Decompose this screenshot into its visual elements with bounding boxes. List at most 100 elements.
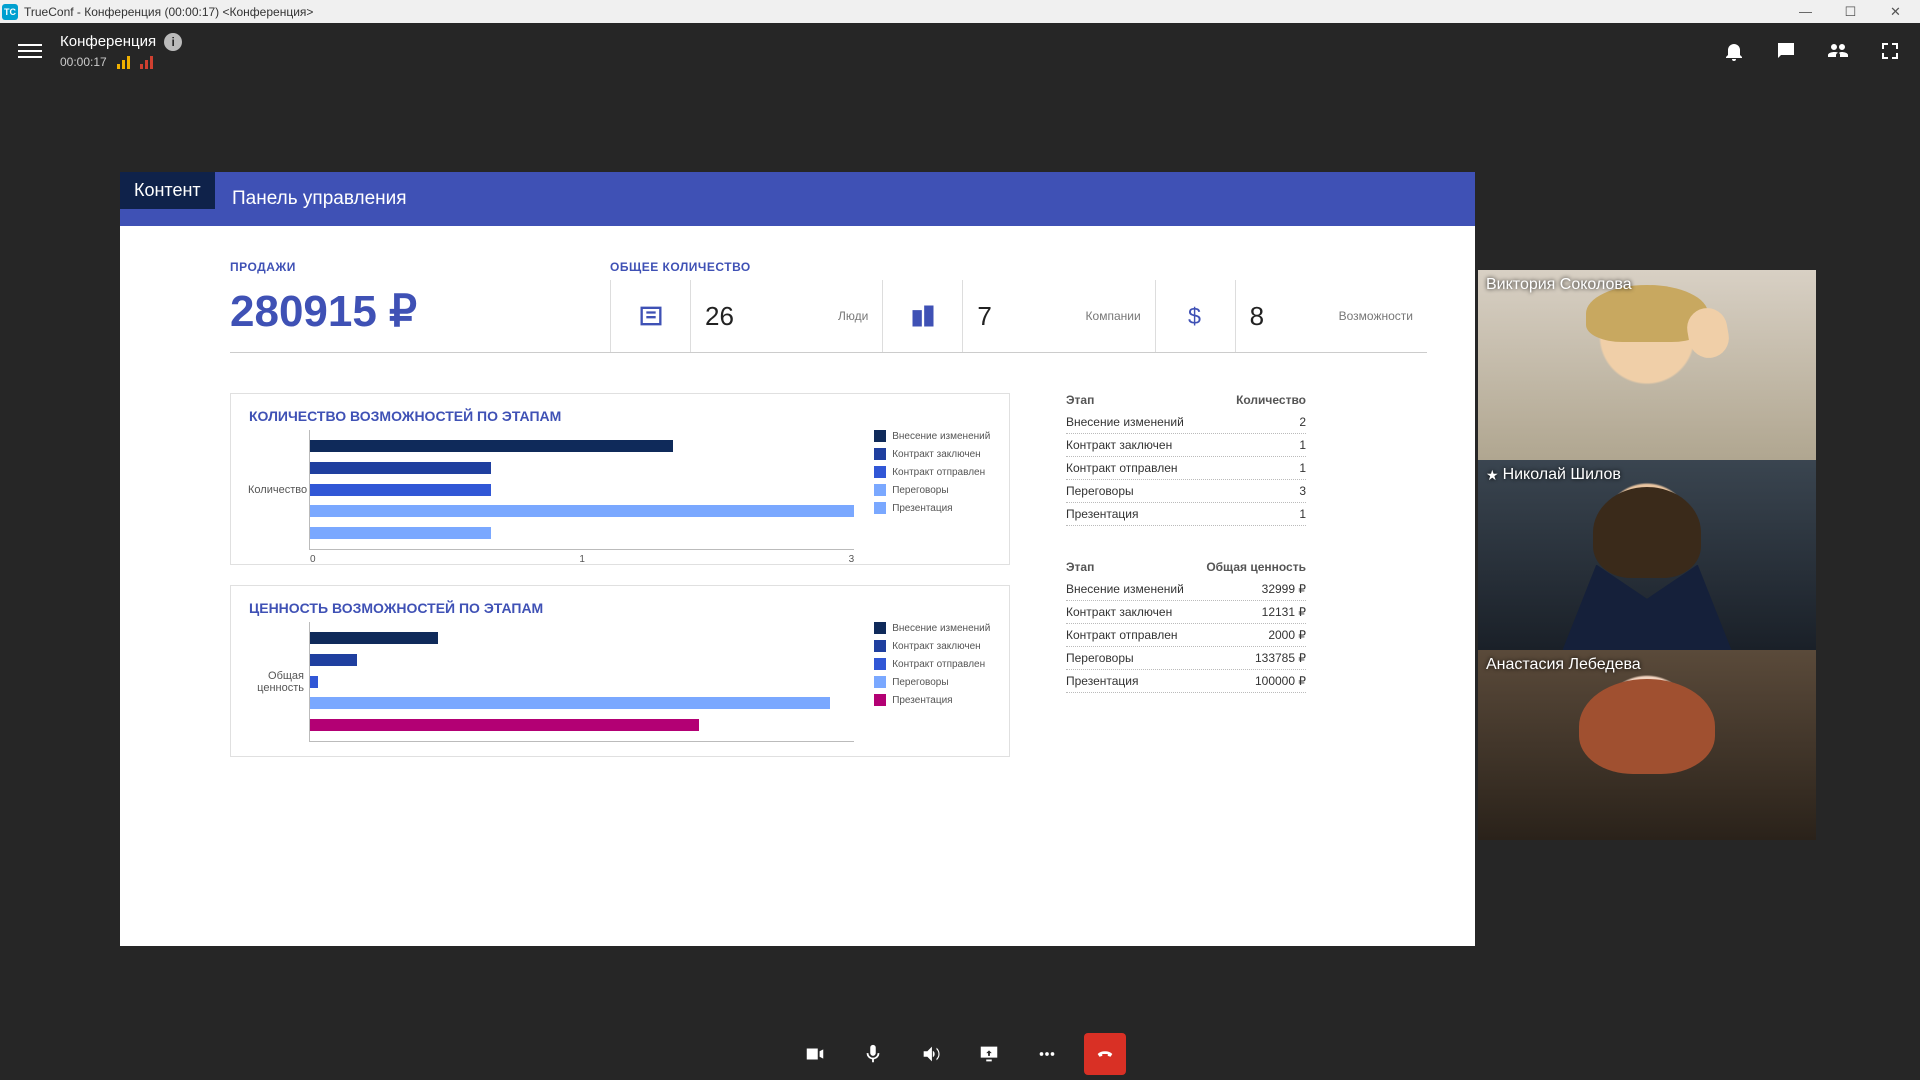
kpi-people-value: 26	[705, 301, 734, 332]
speaker-button[interactable]	[910, 1033, 952, 1075]
participant-tile[interactable]: Анастасия Лебедева	[1478, 650, 1816, 840]
call-toolbar	[0, 1028, 1920, 1080]
participant-video	[1478, 270, 1816, 460]
kpi-companies: 7 Компании	[962, 280, 1154, 352]
kpi-companies-label: Компании	[1086, 309, 1141, 323]
signal-upload-icon	[117, 55, 130, 69]
total-label: ОБЩЕЕ КОЛИЧЕСТВО	[610, 260, 1427, 274]
table-header: Этап	[1066, 393, 1094, 407]
participant-name: Николай Шилов	[1503, 466, 1621, 484]
chart-bar	[310, 697, 830, 709]
minimize-button[interactable]: —	[1783, 4, 1828, 20]
end-call-button[interactable]	[1084, 1033, 1126, 1075]
participant-tile[interactable]: Виктория Соколова	[1478, 270, 1816, 460]
dollar-icon: $	[1155, 280, 1235, 352]
table-header: Этап	[1066, 560, 1094, 574]
people-icon	[610, 280, 690, 352]
window-title: TrueConf - Конференция (00:00:17) <Конфе…	[24, 5, 313, 19]
chart-bar	[310, 676, 318, 688]
hamburger-menu-icon[interactable]	[18, 39, 42, 63]
kpi-row: ПРОДАЖИ 280915 ₽ ОБЩЕЕ КОЛИЧЕСТВО 26 Люд…	[230, 260, 1427, 353]
xtick: 3	[849, 554, 855, 565]
chart-value-by-stage: ЦЕННОСТЬ ВОЗМОЖНОСТЕЙ ПО ЭТАПАМ Общая це…	[230, 585, 1010, 757]
participant-tile[interactable]: ★Николай Шилов	[1478, 460, 1816, 650]
table-row: Переговоры133785 ₽	[1066, 647, 1306, 670]
legend-item: Контракт заключен	[892, 449, 981, 460]
chart-bar	[310, 654, 357, 666]
participant-name: Виктория Соколова	[1486, 276, 1632, 294]
microphone-button[interactable]	[852, 1033, 894, 1075]
table-count-by-stage: ЭтапКоличество Внесение изменений2Контра…	[1066, 393, 1306, 526]
participants-icon[interactable]	[1826, 39, 1850, 63]
table-header: Общая ценность	[1206, 560, 1306, 574]
legend-item: Презентация	[892, 503, 952, 514]
sales-label: ПРОДАЖИ	[230, 260, 610, 274]
chart1-ylabel: Количество	[248, 484, 304, 496]
host-star-icon: ★	[1486, 467, 1499, 484]
participant-video	[1478, 650, 1816, 840]
app-icon: TC	[2, 4, 18, 20]
xtick: 1	[579, 554, 585, 565]
chart-bar	[310, 527, 491, 539]
table-row: Контракт отправлен2000 ₽	[1066, 624, 1306, 647]
window-titlebar: TC TrueConf - Конференция (00:00:17) <Ко…	[0, 0, 1920, 23]
kpi-people: 26 Люди	[690, 280, 882, 352]
signal-download-icon	[140, 55, 153, 69]
app-header: Конференция i 00:00:17	[0, 23, 1920, 78]
chart-bar	[310, 505, 854, 517]
legend-item: Контракт отправлен	[892, 659, 985, 670]
conference-stage: Контент Панель управления ПРОДАЖИ 280915…	[0, 78, 1920, 1028]
participant-video	[1478, 460, 1816, 650]
kpi-opps-label: Возможности	[1339, 309, 1413, 323]
svg-text:$: $	[1188, 303, 1201, 329]
kpi-opps-value: 8	[1250, 301, 1264, 332]
share-screen-button[interactable]	[968, 1033, 1010, 1075]
camera-button[interactable]	[794, 1033, 836, 1075]
table-header: Количество	[1236, 393, 1306, 407]
maximize-button[interactable]: ☐	[1828, 4, 1873, 20]
chart2-title: ЦЕННОСТЬ ВОЗМОЖНОСТЕЙ ПО ЭТАПАМ	[231, 586, 1009, 622]
table-row: Контракт заключен12131 ₽	[1066, 601, 1306, 624]
legend-item: Контракт заключен	[892, 641, 981, 652]
legend-item: Презентация	[892, 695, 952, 706]
conference-timer: 00:00:17	[60, 55, 107, 69]
chart-bar	[310, 484, 491, 496]
table-row: Внесение изменений2	[1066, 411, 1306, 434]
content-tag: Контент	[120, 172, 215, 209]
companies-icon	[882, 280, 962, 352]
legend-item: Переговоры	[892, 485, 948, 496]
shared-content: Панель управления ПРОДАЖИ 280915 ₽ ОБЩЕЕ…	[120, 172, 1475, 946]
close-button[interactable]: ✕	[1873, 4, 1918, 20]
table-row: Контракт заключен1	[1066, 434, 1306, 457]
bell-icon[interactable]	[1722, 39, 1746, 63]
table-row: Презентация100000 ₽	[1066, 670, 1306, 693]
legend-item: Внесение изменений	[892, 623, 990, 634]
legend-item: Контракт отправлен	[892, 467, 985, 478]
chart2-ylabel: Общая ценность	[248, 670, 304, 694]
chart-bar	[310, 462, 491, 474]
chart-bar	[310, 632, 438, 644]
table-row: Контракт отправлен1	[1066, 457, 1306, 480]
fullscreen-icon[interactable]	[1878, 39, 1902, 63]
kpi-companies-value: 7	[977, 301, 991, 332]
sales-value: 280915 ₽	[230, 286, 610, 337]
xtick: 0	[310, 554, 316, 565]
chart-bar	[310, 719, 699, 731]
chart-count-by-stage: КОЛИЧЕСТВО ВОЗМОЖНОСТЕЙ ПО ЭТАПАМ Количе…	[230, 393, 1010, 565]
table-value-by-stage: Этап Общая ценность Внесение изменений329…	[1066, 560, 1306, 693]
info-icon[interactable]: i	[164, 33, 182, 51]
kpi-opportunities: 8 Возможности	[1235, 280, 1427, 352]
chart2-legend: Внесение изменений Контракт заключен Кон…	[874, 622, 991, 742]
participant-name: Анастасия Лебедева	[1486, 656, 1641, 674]
chart1-legend: Внесение изменений Контракт заключен Кон…	[874, 430, 991, 550]
table-row: Внесение изменений32999 ₽	[1066, 578, 1306, 601]
chart1-title: КОЛИЧЕСТВО ВОЗМОЖНОСТЕЙ ПО ЭТАПАМ	[231, 394, 1009, 430]
dashboard-title: Панель управления	[120, 172, 1475, 226]
participant-strip: Виктория Соколова ★Николай Шилов Анастас…	[1478, 270, 1816, 840]
table-row: Переговоры3	[1066, 480, 1306, 503]
legend-item: Внесение изменений	[892, 431, 990, 442]
chat-icon[interactable]	[1774, 39, 1798, 63]
conference-title: Конференция	[60, 33, 156, 50]
more-options-button[interactable]	[1026, 1033, 1068, 1075]
chart-bar	[310, 440, 673, 452]
